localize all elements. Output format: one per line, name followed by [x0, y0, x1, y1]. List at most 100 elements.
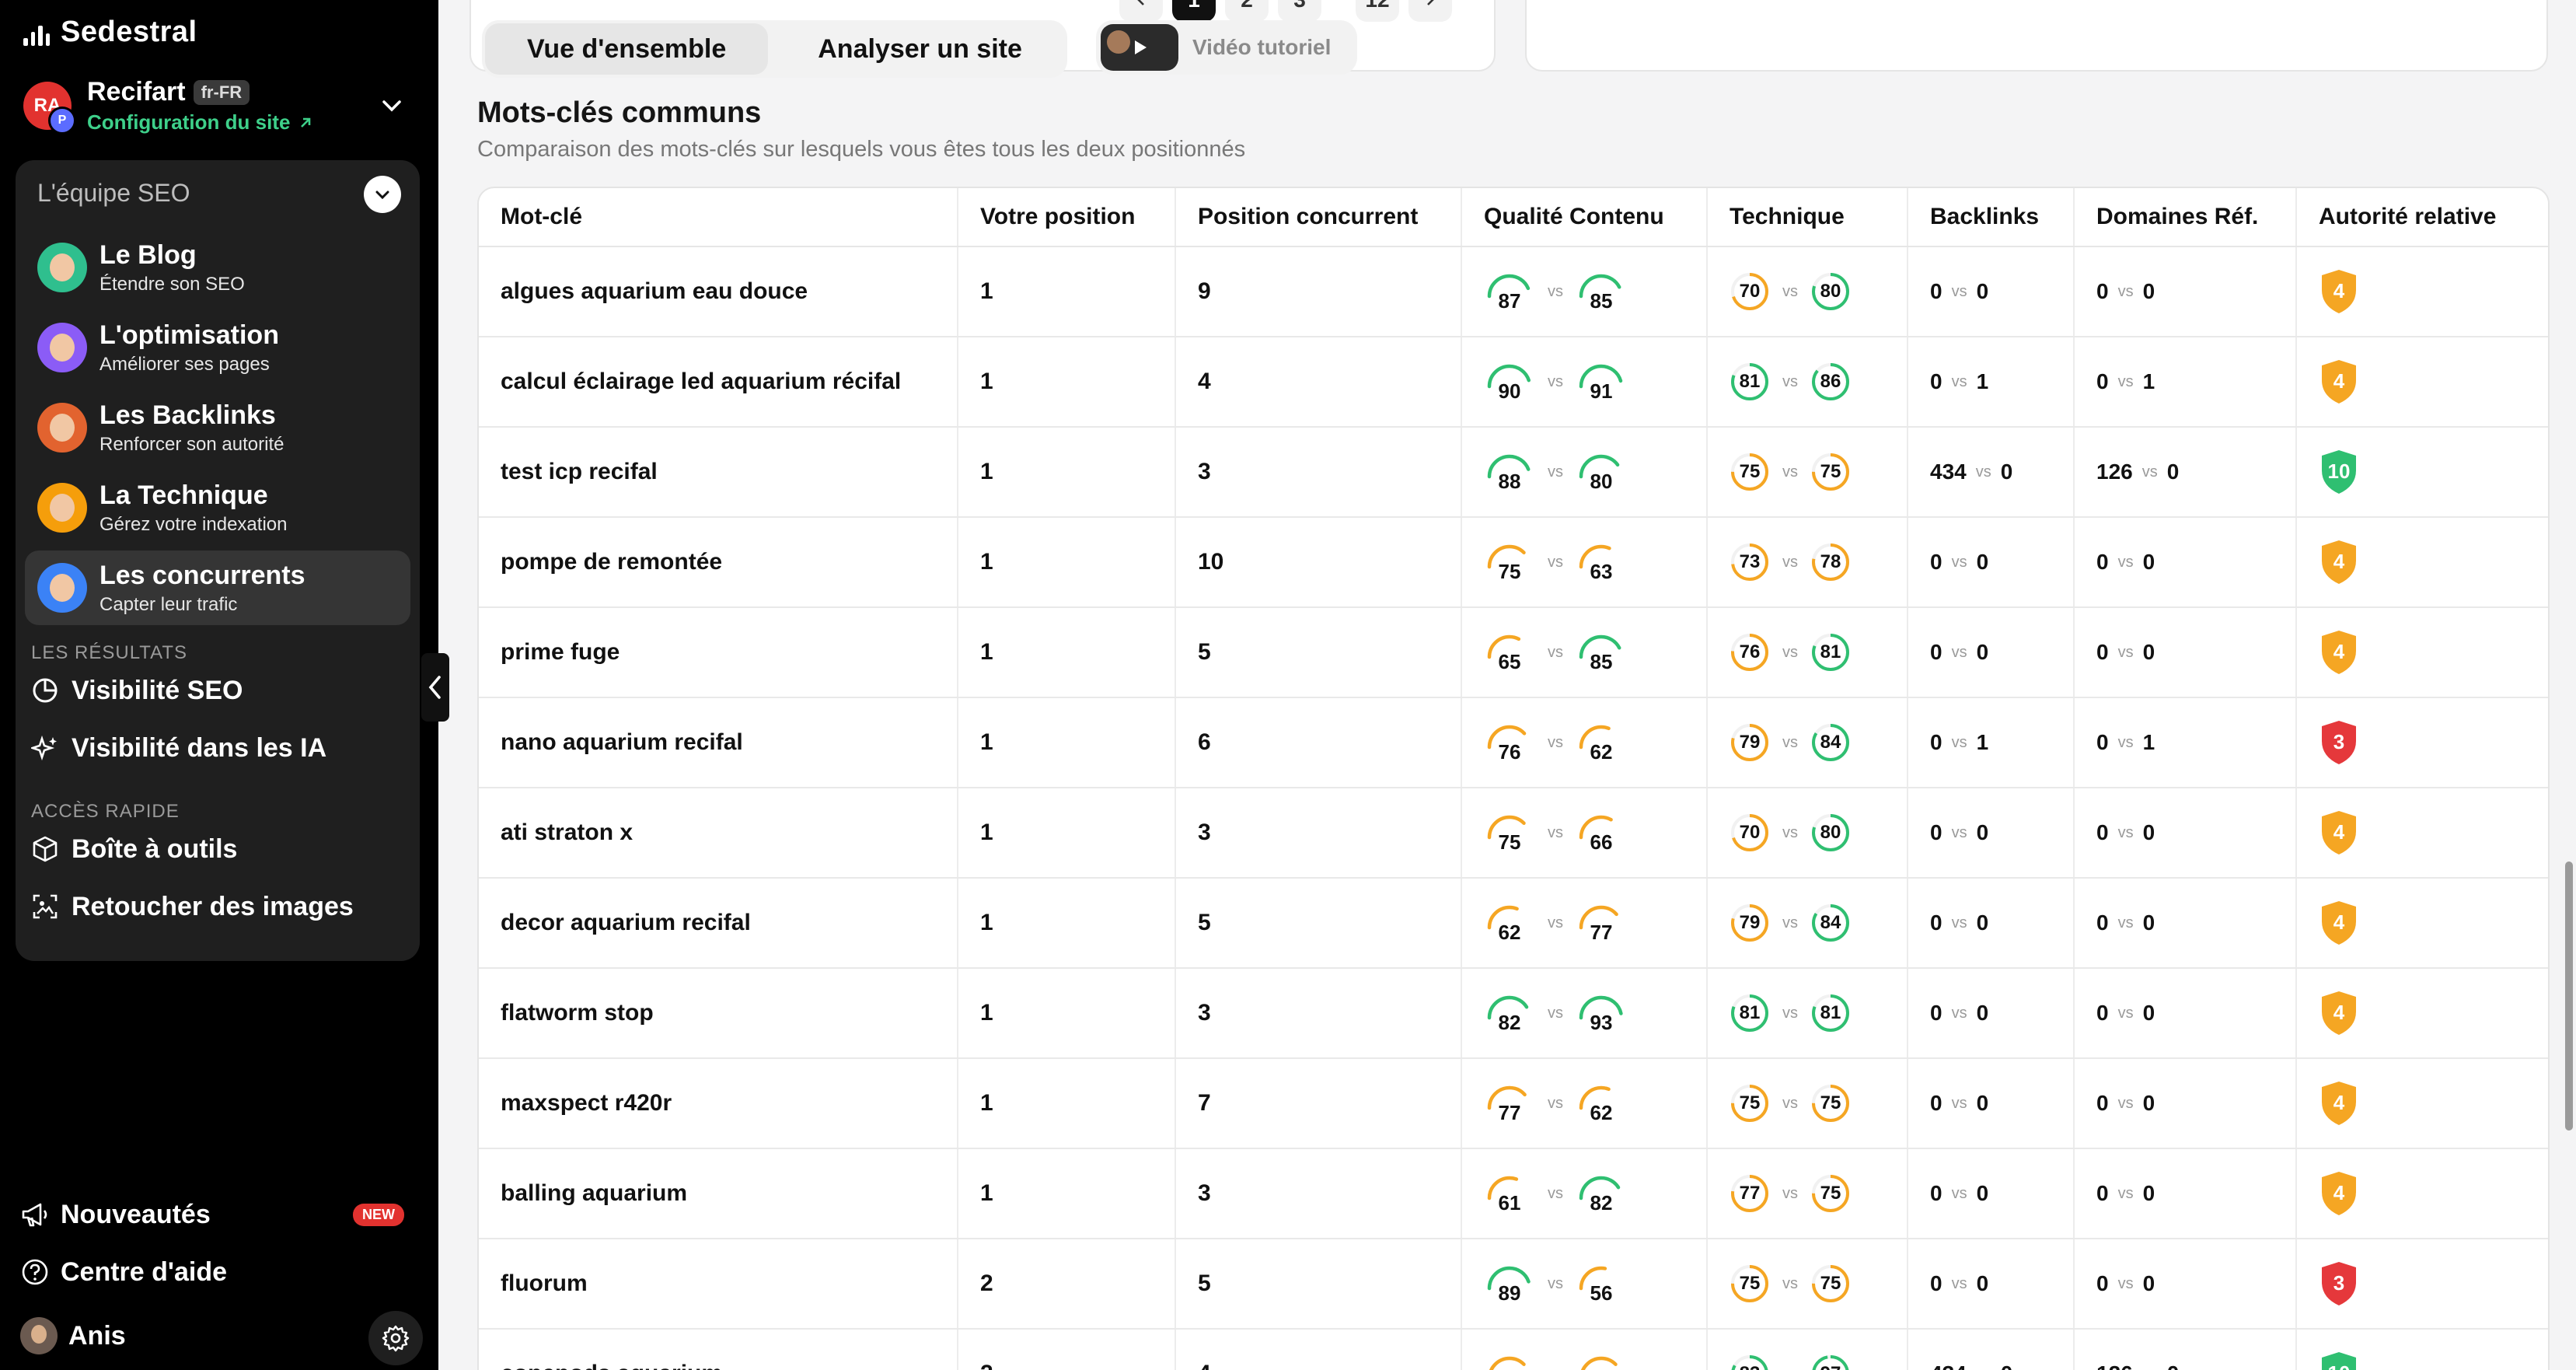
agent-concurrents[interactable]: Les concurrents Capter leur trafic — [25, 550, 410, 625]
vs-label: vs — [1548, 553, 1563, 571]
authority-shield-icon: 10 — [2319, 449, 2359, 495]
agent-blog[interactable]: Le Blog Étendre son SEO — [25, 230, 410, 305]
table-row[interactable]: test icp recifal 1 3 88 vs 80 75 vs 75 434 vs 0 126 v… — [479, 427, 2548, 518]
vs-label: vs — [1548, 643, 1563, 661]
table-row[interactable]: decor aquarium recifal 1 5 62 vs 77 79 vs 84 0 vs 0… — [479, 878, 2548, 969]
agent-backlinks[interactable]: Les Backlinks Renforcer son autorité — [25, 390, 410, 465]
keyword-cell[interactable]: test icp recifal — [479, 427, 958, 518]
col-backlinks[interactable]: Backlinks — [1908, 188, 2075, 247]
keyword-cell[interactable]: calcul éclairage led aquarium récifal — [479, 337, 958, 428]
table-row[interactable]: nano aquarium recifal 1 6 76 vs 62 79 vs 84 0 vs 1 0… — [479, 697, 2548, 788]
page-12[interactable]: 12 — [1356, 0, 1399, 22]
col-content-quality[interactable]: Qualité Contenu — [1461, 188, 1708, 247]
page-3[interactable]: 3 — [1278, 0, 1321, 22]
menu-retoucher-images[interactable]: Retoucher des images — [31, 883, 420, 930]
col-competitor-position[interactable]: Position concurrent — [1175, 188, 1462, 247]
sidebar-collapse-handle[interactable] — [421, 653, 449, 722]
vs-label: vs — [1782, 553, 1798, 571]
content-quality-cell: 65 vs 85 — [1461, 607, 1708, 698]
keyword-cell[interactable]: prime fuge — [479, 607, 958, 698]
content-quality-cell: 77 vs 62 — [1461, 1058, 1708, 1149]
tab-overview[interactable]: Vue d'ensemble — [485, 23, 769, 75]
our-value: 126 — [2096, 460, 2133, 484]
technique-cell: 76 vs 81 — [1707, 607, 1908, 698]
tech-score-ring: 81 — [1810, 632, 1851, 673]
tab-analyze-site[interactable]: Analyser un site — [776, 23, 1064, 75]
vs-label: vs — [1782, 914, 1798, 931]
agent-optimisation[interactable]: L'optimisation Améliorer ses pages — [25, 310, 410, 385]
external-link-icon — [301, 117, 311, 128]
col-technique[interactable]: Technique — [1707, 188, 1908, 247]
technique-cell: 75 vs 75 — [1707, 1239, 1908, 1330]
keyword-cell[interactable]: fluorum — [479, 1239, 958, 1330]
col-relative-authority[interactable]: Autorité relative — [2296, 188, 2548, 247]
common-keywords-table: Mot-clé Votre position Position concurre… — [477, 187, 2550, 1370]
vs-label: vs — [2117, 372, 2134, 390]
tech-score-value: 80 — [1820, 822, 1841, 843]
col-your-position[interactable]: Votre position — [958, 188, 1176, 247]
table-row[interactable]: ati straton x 1 3 75 vs 66 70 vs 80 0 vs 0 0 vs 0 4 — [479, 788, 2548, 879]
score-gauge: 85 — [1576, 629, 1627, 676]
col-ref-domains[interactable]: Domaines Réf. — [2074, 188, 2297, 247]
table-row[interactable]: balling aquarium 1 3 61 vs 82 77 vs 75 0 vs 0 0 vs 0 4 — [479, 1148, 2548, 1239]
backlinks-cell: 0 vs 0 — [1908, 517, 2075, 608]
agent-technique[interactable]: La Technique Gérez votre indexation — [25, 470, 410, 545]
keyword-cell[interactable]: ati straton x — [479, 788, 958, 879]
new-badge: NEW — [353, 1203, 404, 1226]
table-row[interactable]: calcul éclairage led aquarium récifal 1 4 9… — [479, 337, 2548, 428]
chevron-left-icon — [428, 676, 441, 699]
agent-avatar — [37, 563, 87, 613]
technique-cell: 81 vs 81 — [1707, 968, 1908, 1059]
col-keyword[interactable]: Mot-clé — [479, 188, 958, 247]
competitor-value: 0 — [1976, 1271, 1989, 1295]
score-gauge: 89 — [1484, 1260, 1535, 1307]
news-link[interactable]: Nouveautés NEW — [20, 1191, 424, 1238]
user-profile[interactable]: Anis — [20, 1312, 424, 1359]
keyword-cell[interactable]: pompe de remontée — [479, 517, 958, 608]
scrollbar[interactable] — [2565, 861, 2573, 1131]
menu-visibilite-ia[interactable]: Visibilité dans les IA — [31, 725, 420, 771]
site-config-link[interactable]: Configuration du site — [87, 110, 313, 135]
table-row[interactable]: prime fuge 1 5 65 vs 85 76 vs 81 0 vs 0 0 vs 0 4 — [479, 607, 2548, 698]
table-row[interactable]: copepods aquarium2475vs7583vs97434vs0126… — [479, 1329, 2548, 1370]
page-2[interactable]: 2 — [1225, 0, 1269, 22]
score-gauge: 77 — [1576, 900, 1627, 946]
backlinks-cell: 0 vs 1 — [1908, 697, 2075, 788]
authority-shield-icon: 4 — [2319, 358, 2359, 405]
tech-score-ring: 75 — [1810, 452, 1851, 492]
agent-avatar — [37, 323, 87, 372]
help-center-link[interactable]: Centre d'aide — [20, 1249, 424, 1295]
tech-score-ring: 84 — [1810, 722, 1851, 763]
score-value: 80 — [1590, 470, 1613, 493]
vs-label: vs — [2117, 643, 2134, 661]
video-tutorial-button[interactable]: Vidéo tutoriel — [1096, 20, 1357, 75]
table-row[interactable]: algues aquarium eau douce 1 9 87 vs 85 70 vs 80 0… — [479, 246, 2548, 337]
keyword-cell[interactable]: flatworm stop — [479, 968, 958, 1059]
table-row[interactable]: fluorum 2 5 89 vs 56 75 vs 75 0 vs 0 0 vs 0 3 — [479, 1239, 2548, 1330]
table-row[interactable]: maxspect r420r 1 7 77 vs 62 75 vs 75 0 vs 0 0 vs 0 4 — [479, 1058, 2548, 1149]
brand[interactable]: Sedestral — [23, 16, 197, 49]
authority-shield-icon: 10 — [2319, 1351, 2359, 1370]
settings-button[interactable] — [368, 1311, 423, 1365]
site-selector[interactable]: RA P Recifart fr-FR Configuration du sit… — [23, 75, 412, 137]
table-header: Mot-clé Votre position Position concurre… — [479, 188, 2548, 247]
team-collapse-button[interactable] — [364, 176, 401, 213]
pagination-next[interactable] — [1408, 0, 1452, 22]
keyword-cell[interactable]: balling aquarium — [479, 1148, 958, 1239]
menu-boite-outils[interactable]: Boîte à outils — [31, 826, 420, 872]
chevron-down-icon[interactable] — [379, 93, 404, 118]
keyword-cell[interactable]: copepods aquarium — [479, 1329, 958, 1370]
score-value: 76 — [1498, 740, 1521, 764]
keyword-cell[interactable]: nano aquarium recifal — [479, 697, 958, 788]
page-1[interactable]: 1 — [1172, 0, 1216, 22]
keyword-cell[interactable]: algues aquarium eau douce — [479, 246, 958, 337]
table-row[interactable]: flatworm stop 1 3 82 vs 93 81 vs 81 0 vs 0 0 vs 0 4 — [479, 968, 2548, 1059]
tech-score-ring: 73 — [1730, 542, 1770, 582]
keyword-cell[interactable]: decor aquarium recifal — [479, 878, 958, 969]
tech-score-ring: 81 — [1730, 362, 1770, 402]
keyword-cell[interactable]: maxspect r420r — [479, 1058, 958, 1149]
menu-visibilite-seo[interactable]: Visibilité SEO — [31, 667, 420, 714]
pagination-prev[interactable] — [1119, 0, 1163, 22]
table-row[interactable]: pompe de remontée 1 10 75 vs 63 73 vs 78 0 vs 0 0 vs 0… — [479, 517, 2548, 608]
play-icon — [1135, 40, 1147, 54]
